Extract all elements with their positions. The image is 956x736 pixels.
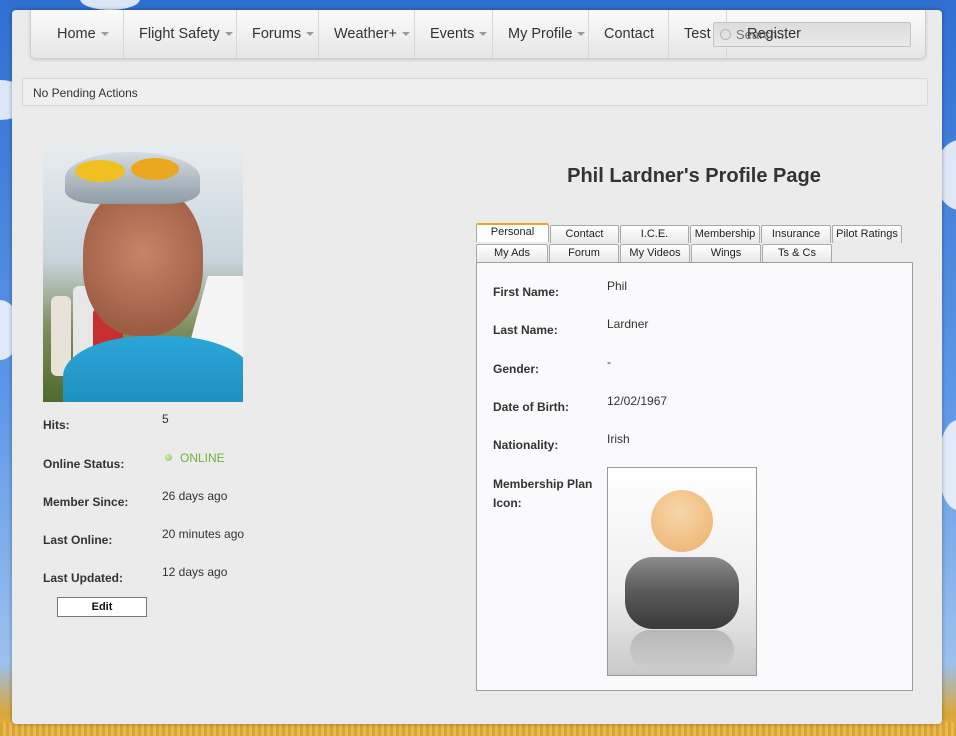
tab-membership[interactable]: Membership: [690, 225, 760, 243]
tab-ts-cs[interactable]: Ts & Cs: [762, 244, 832, 262]
tab-ice[interactable]: I.C.E.: [620, 225, 689, 243]
tab-my-ads[interactable]: My Ads: [476, 244, 548, 262]
nav-home[interactable]: Home: [42, 10, 124, 58]
membership-plan-user-icon: [607, 467, 757, 676]
gender-label: Gender:: [493, 362, 540, 376]
tab-pilot-ratings[interactable]: Pilot Ratings: [832, 225, 902, 243]
last-name-label: Last Name:: [493, 323, 558, 337]
chevron-down-icon: [479, 32, 488, 37]
first-name-label: First Name:: [493, 285, 560, 299]
background-cloud: [80, 0, 140, 10]
nav-forums[interactable]: Forums: [237, 10, 319, 58]
nav-contact[interactable]: Contact: [589, 10, 669, 58]
tab-forum[interactable]: Forum: [549, 244, 619, 262]
nav-contact-label: Contact: [604, 26, 654, 42]
online-status-value: ONLINE: [165, 451, 225, 465]
nav-flight-safety-label: Flight Safety: [139, 26, 220, 42]
page-container: Home Flight Safety Forums Weather+ Event…: [12, 10, 942, 724]
nav-my-profile-label: My Profile: [508, 26, 573, 42]
membership-plan-icon-label: Membership Plan Icon:: [493, 477, 593, 510]
nav-test-label: Test: [684, 26, 711, 42]
profile-photo: [43, 146, 243, 402]
last-name-value: Lardner: [607, 317, 649, 331]
nav-weather[interactable]: Weather+: [319, 10, 415, 58]
chevron-down-icon: [577, 32, 586, 37]
edit-profile-button[interactable]: Edit: [57, 597, 147, 617]
background-wheat-field: [0, 722, 956, 736]
nav-flight-safety[interactable]: Flight Safety: [124, 10, 237, 58]
search-input[interactable]: [713, 22, 911, 47]
online-status-label: Online Status:: [43, 457, 125, 471]
tab-my-videos[interactable]: My Videos: [620, 244, 690, 262]
chevron-down-icon: [224, 32, 233, 37]
tab-insurance[interactable]: Insurance: [761, 225, 831, 243]
nationality-label: Nationality:: [493, 438, 559, 452]
tab-wings[interactable]: Wings: [691, 244, 761, 262]
chevron-down-icon: [100, 32, 109, 37]
tab-contact[interactable]: Contact: [550, 225, 619, 243]
gender-value: -: [607, 355, 611, 369]
pending-actions-bar: No Pending Actions: [22, 78, 928, 106]
dob-label: Date of Birth:: [493, 400, 569, 414]
chevron-down-icon: [402, 32, 411, 37]
chevron-down-icon: [306, 32, 315, 37]
nationality-value: Irish: [607, 432, 630, 446]
member-since-label: Member Since:: [43, 495, 129, 509]
first-name-value: Phil: [607, 279, 628, 293]
last-online-label: Last Online:: [43, 533, 113, 547]
online-status-text: ONLINE: [180, 451, 225, 465]
nav-forums-label: Forums: [252, 26, 302, 42]
nav-home-label: Home: [57, 26, 96, 42]
personal-details-panel: First Name: Phil Last Name: Lardner Gend…: [476, 262, 913, 691]
tab-personal[interactable]: Personal: [476, 223, 549, 242]
search-icon: [720, 29, 731, 40]
main-navigation: Home Flight Safety Forums Weather+ Event…: [30, 10, 926, 59]
online-indicator-icon: [165, 454, 172, 461]
nav-my-profile[interactable]: My Profile: [493, 10, 589, 58]
register-link[interactable]: Register: [747, 10, 801, 58]
nav-events[interactable]: Events: [415, 10, 493, 58]
nav-events-label: Events: [430, 26, 475, 42]
hits-value: 5: [162, 412, 169, 426]
last-updated-label: Last Updated:: [43, 571, 124, 585]
nav-weather-label: Weather+: [334, 26, 398, 42]
hits-label: Hits:: [43, 418, 70, 432]
last-updated-value: 12 days ago: [162, 565, 228, 579]
member-since-value: 26 days ago: [162, 489, 228, 503]
last-online-value: 20 minutes ago: [162, 527, 245, 541]
page-title: Phil Lardner's Profile Page: [567, 165, 821, 187]
dob-value: 12/02/1967: [607, 394, 668, 408]
